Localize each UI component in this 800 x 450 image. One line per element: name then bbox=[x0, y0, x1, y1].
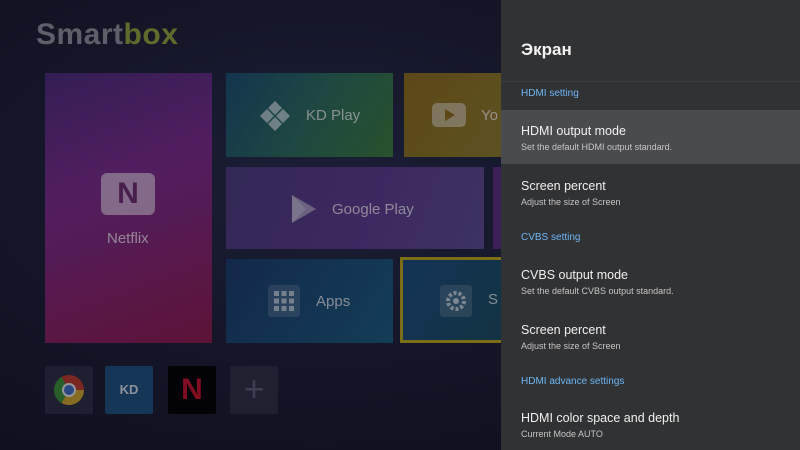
divider bbox=[501, 81, 800, 82]
hdmi-color-space-title: HDMI color space and depth bbox=[521, 411, 680, 425]
panel-title: Экран bbox=[521, 40, 572, 59]
section-hdmi-advance-settings: HDMI advance settings bbox=[521, 376, 625, 387]
settings-panel: Экран HDMI setting HDMI output mode Set … bbox=[501, 0, 800, 450]
hdmi-output-mode-subtitle: Set the default HDMI output standard. bbox=[521, 142, 673, 152]
cvbs-screen-percent-item[interactable]: Screen percent Adjust the size of Screen bbox=[501, 310, 800, 362]
cvbs-output-mode-subtitle: Set the default CVBS output standard. bbox=[521, 286, 674, 296]
hdmi-output-mode-item[interactable]: HDMI output mode Set the default HDMI ou… bbox=[501, 110, 800, 164]
hdmi-screen-percent-item[interactable]: Screen percent Adjust the size of Screen bbox=[501, 166, 800, 218]
section-cvbs-setting: CVBS setting bbox=[521, 232, 581, 243]
hdmi-color-space-subtitle: Current Mode AUTO bbox=[521, 429, 603, 439]
cvbs-output-mode-item[interactable]: CVBS output mode Set the default CVBS ou… bbox=[501, 254, 800, 308]
cvbs-screen-percent-title: Screen percent bbox=[521, 323, 606, 337]
hdmi-screen-percent-subtitle: Adjust the size of Screen bbox=[521, 197, 621, 207]
cvbs-output-mode-title: CVBS output mode bbox=[521, 268, 629, 282]
section-hdmi-setting: HDMI setting bbox=[521, 88, 579, 99]
hdmi-color-space-item[interactable]: HDMI color space and depth Current Mode … bbox=[501, 398, 800, 450]
hdmi-output-mode-title: HDMI output mode bbox=[521, 124, 626, 138]
cvbs-screen-percent-subtitle: Adjust the size of Screen bbox=[521, 341, 621, 351]
hdmi-screen-percent-title: Screen percent bbox=[521, 179, 606, 193]
